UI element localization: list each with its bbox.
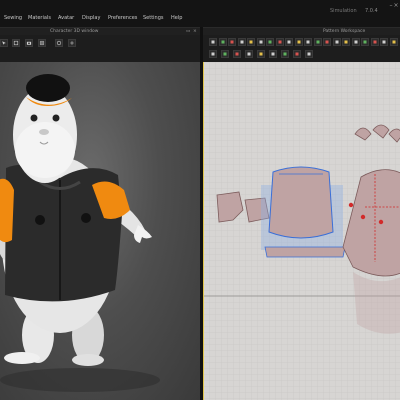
- pattern-canvas: [203, 62, 400, 400]
- mirror-icon[interactable]: [361, 38, 369, 46]
- menu-bar: – × 7.0.4 Sewing Materials Avatar Displa…: [0, 0, 400, 28]
- ellipse-icon[interactable]: [285, 38, 293, 46]
- display-icon[interactable]: [380, 38, 388, 46]
- check-sewing-icon[interactable]: [233, 50, 241, 58]
- avatar-render: [0, 74, 160, 392]
- unlock-icon[interactable]: [323, 38, 331, 46]
- tack-icon[interactable]: [257, 50, 265, 58]
- fold-icon[interactable]: [304, 38, 312, 46]
- seam-icon[interactable]: [294, 38, 303, 46]
- segment-sewing-icon[interactable]: [209, 50, 217, 58]
- edit-point-icon[interactable]: [228, 38, 236, 46]
- view-icon[interactable]: [55, 39, 63, 47]
- grid-icon[interactable]: [38, 39, 46, 47]
- pleat-icon[interactable]: [351, 38, 360, 46]
- button-icon[interactable]: [281, 50, 289, 58]
- trim-icon[interactable]: [269, 50, 277, 58]
- arrange-icon[interactable]: [313, 38, 322, 46]
- menu-settings[interactable]: Settings: [143, 15, 164, 21]
- menu-preferences[interactable]: Preferences: [108, 15, 137, 21]
- color-icon[interactable]: [389, 38, 398, 46]
- polygon-icon[interactable]: [266, 38, 274, 46]
- right-panel-titlebar: Pattern Workspace: [203, 28, 400, 35]
- right-panel-title: Pattern Workspace: [323, 29, 366, 34]
- right-toolbar: [203, 35, 400, 63]
- camera-icon[interactable]: [25, 39, 33, 47]
- menu-avatar[interactable]: Avatar: [58, 15, 74, 21]
- panel-close-icon[interactable]: ×: [193, 28, 197, 35]
- zipper-icon[interactable]: [293, 50, 301, 58]
- select-pattern-icon[interactable]: [209, 38, 217, 46]
- menu-materials[interactable]: Materials: [28, 15, 51, 21]
- pattern-2d-view[interactable]: [203, 62, 400, 400]
- edit-curve-icon[interactable]: [237, 38, 246, 46]
- menu-sewing[interactable]: Sewing: [4, 15, 22, 21]
- transform-pattern-icon[interactable]: [218, 38, 227, 46]
- 3d-viewport[interactable]: [0, 62, 200, 400]
- free-sewing-icon[interactable]: [221, 50, 229, 58]
- rectangle-icon[interactable]: [256, 38, 265, 46]
- panel-float-icon[interactable]: ▭: [186, 28, 190, 35]
- grid-icon[interactable]: [370, 38, 379, 46]
- tape-icon[interactable]: [342, 38, 350, 46]
- select-icon[interactable]: [0, 39, 8, 47]
- close-icon[interactable]: ×: [393, 3, 399, 9]
- left-panel-titlebar: Character 3D window ▭ ×: [0, 28, 200, 35]
- add-point-icon[interactable]: [247, 38, 255, 46]
- fit-icon[interactable]: [68, 39, 76, 47]
- version-label: 7.0.4: [365, 8, 378, 14]
- internal-line-icon[interactable]: [275, 38, 284, 46]
- transform-icon[interactable]: [12, 39, 20, 47]
- auto-sewing-icon[interactable]: [245, 50, 253, 58]
- menu-display[interactable]: Display: [82, 15, 100, 21]
- left-toolbar: [0, 35, 200, 63]
- menu-help[interactable]: Help: [171, 15, 182, 21]
- left-panel-title: Character 3D window: [50, 29, 99, 34]
- simulation-label: Simulation: [330, 8, 357, 14]
- topstitch-icon[interactable]: [305, 50, 313, 58]
- pin-icon[interactable]: [332, 38, 341, 46]
